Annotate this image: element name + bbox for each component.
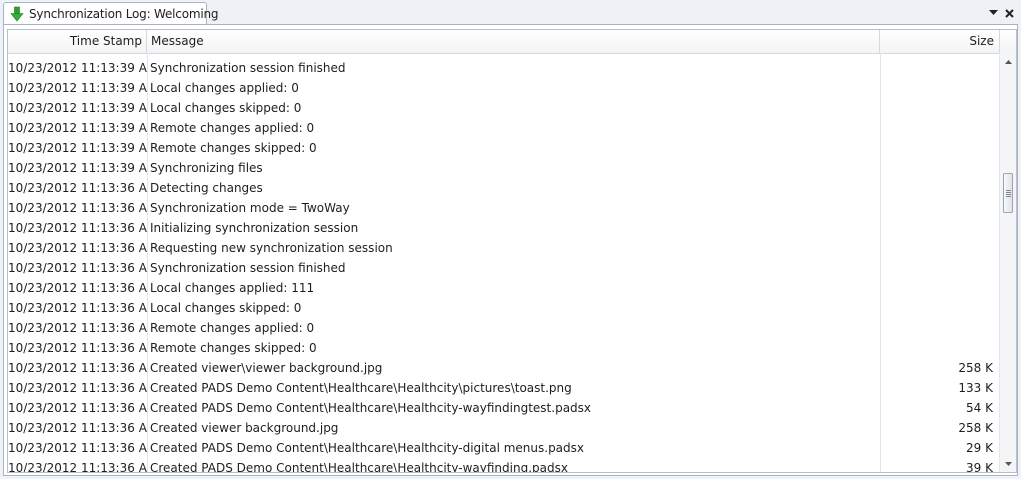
grid-header: Time Stamp Message Size <box>8 30 1016 54</box>
cell-timestamp: 10/23/2012 11:13:39 AM <box>8 161 147 175</box>
table-row[interactable]: 10/23/2012 11:13:36 AM Created viewer\vie… <box>8 358 998 378</box>
table-row[interactable]: 10/23/2012 11:13:39 AM Remote changes app… <box>8 118 998 138</box>
cell-timestamp: 10/23/2012 11:13:36 AM <box>8 221 147 235</box>
cell-message: Remote changes skipped: 0 <box>150 341 317 355</box>
cell-timestamp: 10/23/2012 11:13:36 AM <box>8 261 147 275</box>
cell-message: Created viewer background.jpg <box>150 421 339 435</box>
vertical-scrollbar[interactable] <box>999 53 1016 472</box>
table-row[interactable]: 10/23/2012 11:13:39 AM Remote changes ski… <box>8 138 998 158</box>
cell-message: Created PADS Demo Content\Healthcare\Hea… <box>150 401 592 415</box>
cell-timestamp: 10/23/2012 11:13:36 AM <box>8 381 147 395</box>
chevron-down-icon[interactable] <box>985 5 1001 21</box>
log-panel: Time Stamp Message Size 10/23/2012 11:13… <box>3 24 1018 476</box>
cell-message: Synchronizing files <box>150 161 263 175</box>
cell-message: Detecting changes <box>150 181 263 195</box>
table-row[interactable]: 10/23/2012 11:13:36 AM Local changes appl… <box>8 278 998 298</box>
table-row[interactable]: 10/23/2012 11:13:36 AM Remote changes app… <box>8 318 998 338</box>
cell-timestamp: 10/23/2012 11:13:36 AM <box>8 181 147 195</box>
table-row[interactable]: 10/23/2012 11:13:36 AM Local changes skip… <box>8 298 998 318</box>
cell-timestamp: 10/23/2012 11:13:36 AM <box>8 441 147 455</box>
cell-timestamp: 10/23/2012 11:13:39 AM <box>8 121 147 135</box>
column-header-message[interactable]: Message <box>147 30 880 53</box>
cell-message: Synchronization session finished <box>150 261 346 275</box>
cell-timestamp: 10/23/2012 11:13:36 AM <box>8 461 147 473</box>
table-row[interactable]: 10/23/2012 11:13:36 AM Created PADS Demo … <box>8 378 998 398</box>
table-row[interactable]: 10/23/2012 11:13:36 AM Requesting new syn… <box>8 238 998 258</box>
cell-message: Remote changes applied: 0 <box>150 121 315 135</box>
scroll-up-arrow-icon[interactable] <box>1000 53 1016 70</box>
column-header-filler <box>1000 30 1016 53</box>
cell-message: Created PADS Demo Content\Healthcare\Hea… <box>150 381 572 395</box>
scroll-down-arrow-icon[interactable] <box>1000 455 1016 472</box>
cell-message: Synchronization session finished <box>150 61 346 75</box>
green-down-arrow-icon <box>10 6 24 22</box>
cell-size: 258 K <box>958 361 993 375</box>
cell-timestamp: 10/23/2012 11:13:39 AM <box>8 81 147 95</box>
cell-timestamp: 10/23/2012 11:13:39 AM <box>8 61 147 75</box>
table-row[interactable]: 10/23/2012 11:13:39 AM Local changes skip… <box>8 98 998 118</box>
cell-timestamp: 10/23/2012 11:13:36 AM <box>8 421 147 435</box>
table-row[interactable]: 10/23/2012 11:13:39 AM Local changes appl… <box>8 78 998 98</box>
cell-timestamp: 10/23/2012 11:13:36 AM <box>8 241 147 255</box>
cell-timestamp: 10/23/2012 11:13:36 AM <box>8 301 147 315</box>
column-header-timestamp[interactable]: Time Stamp <box>8 30 147 53</box>
table-row[interactable]: 10/23/2012 11:13:36 AM Synchronization se… <box>8 258 998 278</box>
cell-message: Created PADS Demo Content\Healthcare\Hea… <box>150 441 585 455</box>
tab-sync-log[interactable]: Synchronization Log: Welcoming <box>3 2 218 24</box>
sync-log-window: Synchronization Log: Welcoming Time Stam… <box>0 0 1021 479</box>
cell-message: Local changes applied: 0 <box>150 81 299 95</box>
close-icon[interactable] <box>1001 5 1017 21</box>
tab-strip: Synchronization Log: Welcoming <box>0 0 1021 25</box>
table-row[interactable]: 10/23/2012 11:13:36 AM Created PADS Demo … <box>8 438 998 458</box>
cell-message: Remote changes applied: 0 <box>150 321 315 335</box>
table-row[interactable]: 10/23/2012 11:13:36 AM Created viewer bac… <box>8 418 998 438</box>
cell-timestamp: 10/23/2012 11:13:36 AM <box>8 401 147 415</box>
log-rows: 10/23/2012 11:13:39 AM Synchronization se… <box>8 58 998 473</box>
table-row[interactable]: 10/23/2012 11:13:36 AM Remote changes ski… <box>8 338 998 358</box>
cell-message: Remote changes skipped: 0 <box>150 141 317 155</box>
table-row[interactable]: 10/23/2012 11:13:36 AM Initializing synch… <box>8 218 998 238</box>
cell-message: Local changes skipped: 0 <box>150 301 302 315</box>
cell-message: Created PADS Demo Content\Healthcare\Hea… <box>150 461 568 473</box>
cell-message: Local changes applied: 111 <box>150 281 315 295</box>
tab-title: Synchronization Log: Welcoming <box>29 6 219 21</box>
log-grid: Time Stamp Message Size 10/23/2012 11:13… <box>7 29 1017 473</box>
grip-icon <box>1005 189 1011 197</box>
cell-timestamp: 10/23/2012 11:13:36 AM <box>8 361 147 375</box>
table-row[interactable]: 10/23/2012 11:13:36 AM Created PADS Demo … <box>8 458 998 473</box>
cell-size: 29 K <box>966 441 993 455</box>
cell-size: 39 K <box>966 461 993 473</box>
cell-timestamp: 10/23/2012 11:13:39 AM <box>8 141 147 155</box>
table-row[interactable]: 10/23/2012 11:13:36 AM Detecting changes <box>8 178 998 198</box>
cell-timestamp: 10/23/2012 11:13:36 AM <box>8 281 147 295</box>
table-row[interactable]: 10/23/2012 11:13:39 AM Synchronizing file… <box>8 158 998 178</box>
cell-message: Requesting new synchronization session <box>150 241 393 255</box>
cell-message: Synchronization mode = TwoWay <box>150 201 350 215</box>
cell-size: 133 K <box>958 381 993 395</box>
cell-message: Initializing synchronization session <box>150 221 359 235</box>
cell-timestamp: 10/23/2012 11:13:36 AM <box>8 341 147 355</box>
cell-message: Local changes skipped: 0 <box>150 101 302 115</box>
cell-timestamp: 10/23/2012 11:13:39 AM <box>8 101 147 115</box>
table-row[interactable]: 10/23/2012 11:13:36 AM Created PADS Demo … <box>8 398 998 418</box>
cell-timestamp: 10/23/2012 11:13:36 AM <box>8 321 147 335</box>
cell-message: Created viewer\viewer background.jpg <box>150 361 383 375</box>
table-row[interactable]: 10/23/2012 11:13:36 AM Synchronization mo… <box>8 198 998 218</box>
column-header-size[interactable]: Size <box>880 30 1000 53</box>
cell-size: 258 K <box>958 421 993 435</box>
scrollbar-thumb[interactable] <box>1003 173 1013 213</box>
cell-size: 54 K <box>966 401 993 415</box>
cell-timestamp: 10/23/2012 11:13:36 AM <box>8 201 147 215</box>
table-row[interactable]: 10/23/2012 11:13:39 AM Synchronization se… <box>8 58 998 78</box>
